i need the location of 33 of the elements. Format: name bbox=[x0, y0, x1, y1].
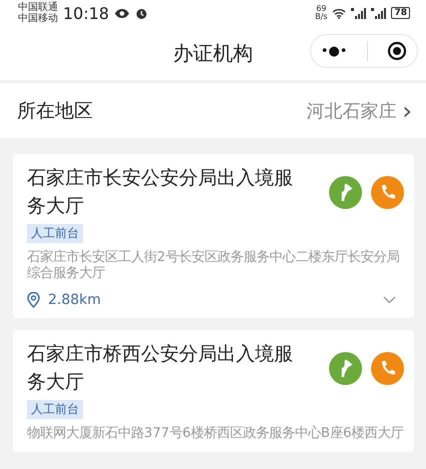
office-address: 石家庄市长安区工人街2号长安区政务服务中心二楼东厅长安分局综合服务大厅 bbox=[27, 250, 400, 282]
signal-icon bbox=[351, 8, 366, 18]
wifi-icon bbox=[332, 8, 346, 18]
signal-icon bbox=[371, 8, 386, 18]
expand-chevron-icon[interactable] bbox=[383, 296, 396, 304]
more-button[interactable]: •●• bbox=[320, 44, 348, 58]
navigation-icon[interactable] bbox=[329, 352, 362, 384]
eye-icon bbox=[114, 8, 130, 18]
battery-level: 78 bbox=[391, 7, 410, 19]
office-name: 石家庄市桥西公安分局出入境服务大厅 bbox=[27, 342, 294, 395]
service-tag: 人工前台 bbox=[27, 400, 83, 419]
office-name: 石家庄市长安公安分局出入境服务大厅 bbox=[27, 166, 294, 219]
carrier-name: 中国联通 bbox=[18, 2, 58, 13]
location-pin-icon bbox=[27, 292, 40, 308]
region-label: 所在地区 bbox=[17, 98, 94, 124]
phone-icon[interactable] bbox=[371, 352, 404, 384]
office-card[interactable]: 石家庄市桥西公安分局出入境服务大厅 人工前台 物联网大厦新石中路377号6楼桥西区政务服务中心B座6楼西大厅 bbox=[13, 330, 414, 452]
office-card[interactable]: 石家庄市长安公安分局出入境服务大厅 人工前台 石家庄市长安区工人街2号长安区政务服务中心二楼东厅长安分局综合服务大厅 2.88km bbox=[13, 154, 414, 318]
service-tag: 人工前台 bbox=[27, 224, 83, 243]
carrier-name: 中国移动 bbox=[18, 13, 58, 24]
network-speed: 69 bbox=[316, 5, 326, 13]
chevron-icon: › bbox=[402, 98, 412, 122]
status-time: 10:18 bbox=[63, 4, 110, 22]
region-selector[interactable]: 所在地区 河北石家庄 › bbox=[0, 83, 426, 138]
phone-icon[interactable] bbox=[371, 176, 404, 208]
office-address: 物联网大厦新石中路377号6楼桥西区政务服务中心B座6楼西大厅 bbox=[27, 426, 404, 442]
region-value: 河北石家庄 bbox=[306, 100, 396, 122]
alarm-icon bbox=[135, 6, 148, 20]
page-title: 办证机构 bbox=[173, 40, 253, 66]
navigation-icon[interactable] bbox=[329, 176, 362, 208]
speed-unit: B/s bbox=[315, 13, 328, 21]
distance-text: 2.88km bbox=[48, 292, 102, 308]
close-target-icon[interactable] bbox=[387, 41, 408, 61]
